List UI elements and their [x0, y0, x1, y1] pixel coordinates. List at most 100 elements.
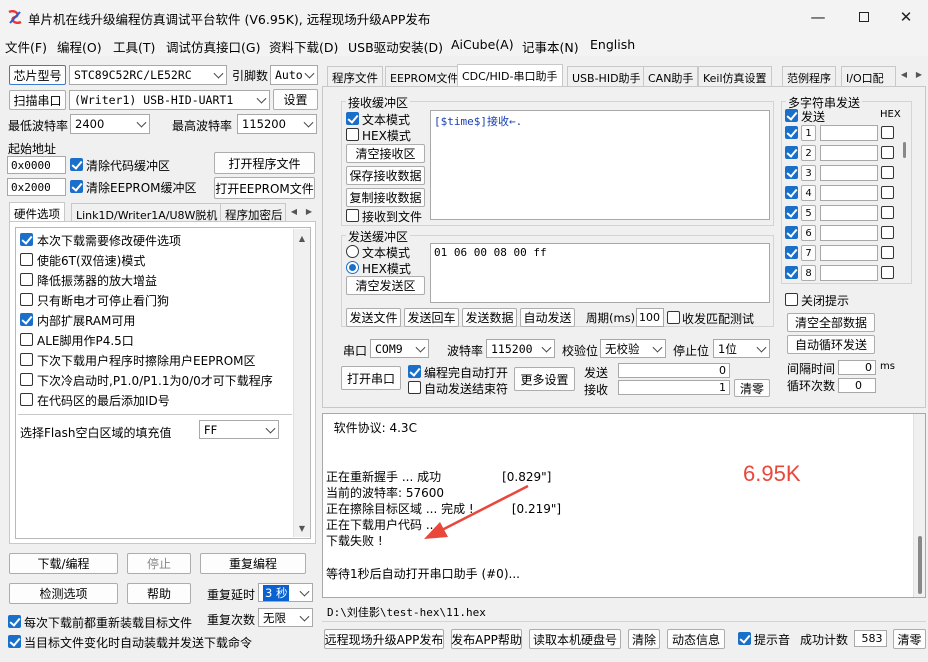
- download-program-button[interactable]: 下载/编程: [9, 553, 118, 574]
- parity-select[interactable]: 无校验: [600, 339, 666, 358]
- tab-eeprom-file[interactable]: EEPROM文件: [385, 66, 464, 86]
- tab-offline[interactable]: Link1D/Writer1A/U8W脱机: [71, 203, 223, 222]
- menu-download[interactable]: 资料下载(D): [269, 37, 338, 56]
- menu-debug[interactable]: 调试仿真接口(G): [166, 37, 260, 56]
- menu-aicube[interactable]: AiCube(A): [451, 37, 514, 52]
- dynamic-info-button[interactable]: 动态信息: [667, 629, 725, 649]
- repeat-program-button[interactable]: 重复编程: [200, 553, 306, 574]
- chip-model-select[interactable]: STC89C52RC/LE52RC: [69, 65, 227, 85]
- tx-hex-mode-radio[interactable]: [346, 261, 359, 274]
- baud-select[interactable]: 115200: [486, 339, 555, 358]
- auto-send-button[interactable]: 自动发送: [520, 308, 575, 327]
- pins-select[interactable]: Auto: [270, 65, 318, 85]
- copy-rx-button[interactable]: 复制接收数据: [346, 188, 425, 207]
- tab-scroll-left-icon[interactable]: ◀: [897, 67, 911, 81]
- menu-tools[interactable]: 工具(T): [113, 37, 155, 56]
- hardware-option-checkbox[interactable]: [20, 393, 33, 406]
- multi-string-input[interactable]: [820, 225, 878, 241]
- multi-string-input[interactable]: [820, 265, 878, 281]
- rx-textarea[interactable]: [$time$]接收←.: [430, 110, 770, 220]
- log-scrollbar[interactable]: [913, 414, 925, 597]
- menu-usb-driver[interactable]: USB驱动安装(D): [348, 37, 443, 56]
- clear-rx-button[interactable]: 清空接收区: [346, 144, 425, 163]
- multi-hex-checkbox[interactable]: [881, 166, 894, 179]
- close-tip-checkbox[interactable]: [785, 293, 798, 306]
- rx-text-mode-checkbox[interactable]: [346, 112, 359, 125]
- reset-count-button[interactable]: 清零: [893, 629, 926, 649]
- multi-send-index-button[interactable]: 4: [801, 185, 816, 201]
- open-program-file-button[interactable]: 打开程序文件: [214, 152, 315, 174]
- hardware-option-checkbox[interactable]: [20, 313, 33, 326]
- port-select[interactable]: (Writer1) USB-HID-UART1: [69, 90, 270, 110]
- multi-send-index-button[interactable]: 7: [801, 245, 816, 261]
- multi-string-input[interactable]: [820, 245, 878, 261]
- multi-send-checkbox[interactable]: [785, 266, 798, 279]
- scroll-thumb[interactable]: [903, 142, 906, 158]
- multi-hex-checkbox[interactable]: [881, 206, 894, 219]
- auto-end-char-checkbox[interactable]: [408, 381, 421, 394]
- multi-string-input[interactable]: [820, 165, 878, 181]
- hardware-option-checkbox[interactable]: [20, 293, 33, 306]
- hardware-option-checkbox[interactable]: [20, 353, 33, 366]
- auto-open-after-program-checkbox[interactable]: [408, 365, 421, 378]
- multi-send-checkbox[interactable]: [785, 146, 798, 159]
- auto-loop-send-button[interactable]: 自动循环发送: [787, 335, 875, 354]
- hardware-option-checkbox[interactable]: [20, 333, 33, 346]
- check-options-button[interactable]: 检测选项: [9, 583, 118, 604]
- repeat-delay-select[interactable]: 3 秒: [258, 583, 313, 602]
- open-eeprom-file-button[interactable]: 打开EEPROM文件: [214, 177, 315, 199]
- clear-log-button[interactable]: 清除: [628, 629, 660, 649]
- rx-to-file-checkbox[interactable]: [346, 209, 359, 222]
- multi-scrollbar[interactable]: [900, 124, 909, 280]
- clear-counts-button[interactable]: 清零: [734, 379, 770, 397]
- min-baud-select[interactable]: 2400: [70, 114, 150, 134]
- menu-program[interactable]: 编程(O): [57, 37, 102, 56]
- hardware-option-checkbox[interactable]: [20, 233, 33, 246]
- scroll-down-icon[interactable]: ▼: [295, 521, 309, 535]
- code-start-address-input[interactable]: 0x0000: [7, 156, 66, 174]
- reload-before-download-checkbox[interactable]: [8, 615, 21, 628]
- close-icon[interactable]: ✕: [884, 4, 928, 30]
- clear-code-checkbox[interactable]: [70, 158, 83, 171]
- multi-send-checkbox[interactable]: [785, 186, 798, 199]
- rx-hex-mode-checkbox[interactable]: [346, 128, 359, 141]
- tab-scroll-right-icon[interactable]: ▶: [302, 204, 316, 218]
- log-scroll-thumb[interactable]: [918, 536, 922, 594]
- options-scrollbar[interactable]: ▲ ▼: [293, 229, 310, 537]
- tab-io-config[interactable]: I/O口配: [841, 66, 896, 86]
- repeat-count-select[interactable]: 无限: [258, 608, 313, 627]
- remote-upgrade-button[interactable]: 远程现场升级APP发布: [324, 629, 444, 649]
- tab-usb-hid[interactable]: USB-HID助手: [567, 66, 646, 86]
- multi-send-checkbox[interactable]: [785, 126, 798, 139]
- clear-eeprom-checkbox[interactable]: [70, 180, 83, 193]
- hardware-option-checkbox[interactable]: [20, 373, 33, 386]
- multi-send-checkbox[interactable]: [785, 166, 798, 179]
- period-input[interactable]: 100: [636, 308, 664, 327]
- fill-value-select[interactable]: FF: [199, 420, 279, 439]
- publish-app-help-button[interactable]: 发布APP帮助: [451, 629, 522, 649]
- multi-hex-checkbox[interactable]: [881, 246, 894, 259]
- multi-string-input[interactable]: [820, 185, 878, 201]
- settings-button[interactable]: 设置: [273, 89, 318, 110]
- multi-hex-checkbox[interactable]: [881, 146, 894, 159]
- tab-program-file[interactable]: 程序文件: [327, 66, 383, 86]
- multi-send-checkbox[interactable]: [785, 206, 798, 219]
- multi-hex-checkbox[interactable]: [881, 186, 894, 199]
- send-file-button[interactable]: 发送文件: [346, 308, 401, 327]
- auto-load-send-checkbox[interactable]: [8, 635, 21, 648]
- hardware-option-checkbox[interactable]: [20, 273, 33, 286]
- menu-notepad[interactable]: 记事本(N): [522, 37, 579, 56]
- tab-serial-assistant[interactable]: CDC/HID-串口助手: [457, 64, 563, 86]
- minimize-icon[interactable]: —: [796, 4, 840, 30]
- chip-model-button[interactable]: 芯片型号: [9, 65, 66, 85]
- multi-send-index-button[interactable]: 3: [801, 165, 816, 181]
- max-baud-select[interactable]: 115200: [237, 114, 317, 134]
- hardware-option-checkbox[interactable]: [20, 253, 33, 266]
- tab-hardware-options[interactable]: 硬件选项: [9, 202, 65, 222]
- menu-english[interactable]: English: [590, 37, 635, 52]
- tab-can[interactable]: CAN助手: [643, 66, 699, 86]
- multi-string-input[interactable]: [820, 145, 878, 161]
- send-cr-button[interactable]: 发送回车: [404, 308, 459, 327]
- multi-send-checkbox[interactable]: [785, 246, 798, 259]
- tab-scroll-left-icon[interactable]: ◀: [287, 204, 301, 218]
